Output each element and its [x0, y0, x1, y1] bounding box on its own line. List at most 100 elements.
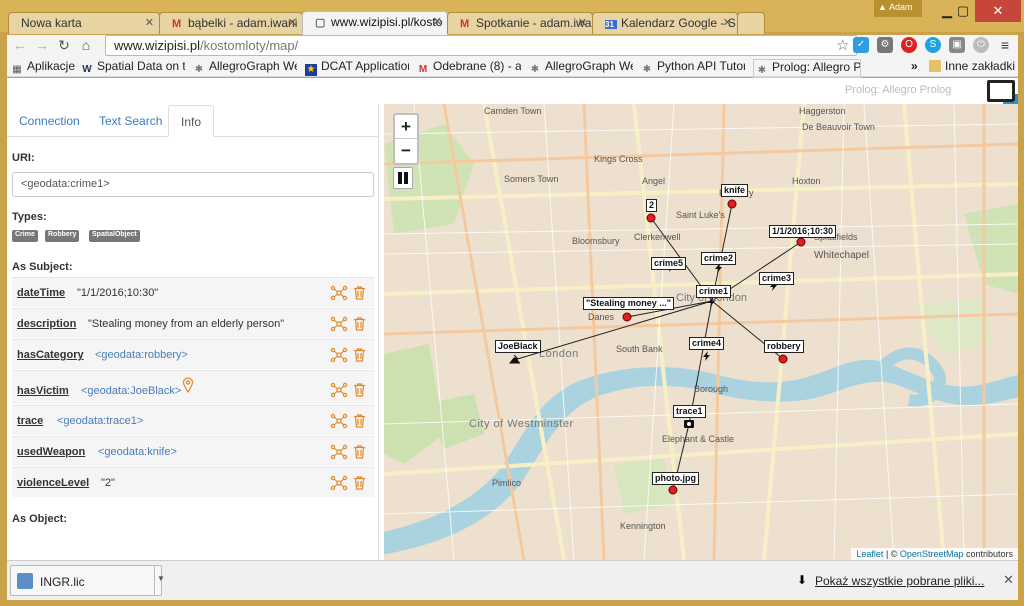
place-label: Kennington	[620, 521, 666, 531]
map-label-stealing[interactable]: "Stealing money ..."	[583, 297, 675, 310]
map-label-datetime[interactable]: 1/1/2016;10:30	[769, 225, 837, 238]
maximize-button[interactable]: ▢	[948, 0, 978, 22]
property-name[interactable]: dateTime	[17, 287, 65, 299]
map-pin-icon[interactable]	[182, 377, 194, 393]
property-name[interactable]: violenceLevel	[17, 477, 89, 489]
property-value-link[interactable]: <geodata:knife>	[98, 446, 177, 458]
bookmark-python-api[interactable]: ✱ Python API Tutor	[641, 59, 745, 76]
pause-button[interactable]	[393, 167, 413, 189]
download-bar: INGR.lic ▼ ⬇ Pokaż wszystkie pobrane pli…	[7, 560, 1018, 600]
bookmark-label: AllegroGraph We	[545, 59, 633, 73]
bookmark-allegrograph-1[interactable]: ✱ AllegroGraph We	[193, 59, 297, 76]
bookmark-prolog[interactable]: ✱ Prolog: Allegro Pr	[753, 59, 861, 78]
tab-close-icon[interactable]: ✕	[145, 16, 154, 29]
other-bookmarks-folder[interactable]: Inne zakładki	[929, 59, 1015, 73]
property-name[interactable]: trace	[17, 415, 43, 427]
property-name[interactable]: hasCategory	[17, 349, 84, 361]
map-label-photo[interactable]: photo.jpg	[652, 472, 699, 485]
opera-icon[interactable]: O	[901, 37, 917, 53]
trash-icon[interactable]	[353, 414, 366, 428]
map-label-crime3[interactable]: crime3	[759, 272, 795, 285]
graph-icon[interactable]	[330, 382, 348, 398]
tab-close-icon[interactable]: ✕	[578, 16, 587, 29]
reload-icon[interactable]: ↻	[55, 37, 73, 54]
map-label-joeblack[interactable]: JoeBlack	[495, 340, 541, 353]
graph-icon[interactable]	[330, 285, 348, 301]
bookmark-odebrane[interactable]: M Odebrane (8) - ad	[417, 59, 521, 76]
property-value-link[interactable]: <geodata:trace1>	[57, 415, 143, 427]
trash-icon[interactable]	[353, 317, 366, 331]
skype-icon[interactable]: S	[925, 37, 941, 53]
trash-icon[interactable]	[353, 348, 366, 362]
show-all-downloads-link[interactable]: Pokaż wszystkie pobrane pliki...	[815, 574, 984, 588]
extension-check-icon[interactable]: ✓	[853, 37, 869, 53]
bookmark-star-icon[interactable]: ☆	[836, 36, 849, 54]
window-close-button[interactable]: ✕	[975, 0, 1021, 22]
graph-icon[interactable]	[330, 347, 348, 363]
property-name[interactable]: usedWeapon	[17, 446, 85, 458]
type-badge[interactable]: Robbery	[45, 230, 80, 242]
graph-icon[interactable]	[330, 316, 348, 332]
profile-badge[interactable]: ▲ Adam	[874, 0, 922, 17]
map-label-robbery[interactable]: robbery	[764, 340, 804, 353]
osm-link[interactable]: OpenStreetMap	[900, 549, 964, 559]
extension-gear-icon[interactable]: ⚙	[877, 37, 893, 53]
tab-wizipisi[interactable]: ▢ www.wizipisi.pl/kosto ✕	[302, 11, 448, 35]
graph-icon[interactable]	[330, 413, 348, 429]
trash-icon[interactable]	[353, 286, 366, 300]
trash-icon[interactable]	[353, 476, 366, 490]
map-label-trace1[interactable]: trace1	[673, 405, 706, 418]
map-label-crime2[interactable]: crime2	[701, 252, 737, 265]
place-label: Clerkenwell	[634, 232, 681, 242]
tab-close-icon[interactable]: ✕	[433, 15, 442, 28]
property-name[interactable]: hasVictim	[17, 385, 69, 397]
zoom-out-button[interactable]: −	[395, 139, 417, 163]
property-value-link[interactable]: <geodata:JoeBlack>	[81, 385, 181, 397]
leaflet-link[interactable]: Leaflet	[856, 549, 883, 559]
map-label-crime1[interactable]: crime1	[696, 285, 732, 298]
tab-close-icon[interactable]: ✕	[288, 16, 297, 29]
type-badge[interactable]: SpatialObject	[89, 230, 140, 242]
tab-babelki[interactable]: Mbąbelki - adam.iwani ✕	[159, 12, 303, 34]
zoom-in-button[interactable]: +	[395, 115, 417, 139]
type-badge[interactable]: Crime	[12, 230, 38, 242]
extension-shield-icon[interactable]: ▣	[949, 37, 965, 53]
tab-spotkanie[interactable]: M Spotkanie - adam.iwa ✕	[447, 12, 593, 34]
close-icon[interactable]: ✕	[1003, 572, 1014, 588]
map-label-crime5[interactable]: crime5	[651, 257, 687, 270]
download-item[interactable]: INGR.lic ▼	[10, 565, 165, 596]
map-attribution: Leaflet | © OpenStreetMap contributors	[851, 548, 1018, 560]
bookmark-apps[interactable]: ▦ Aplikacje	[11, 59, 75, 76]
address-bar[interactable]: www.wizipisi.pl/kostomloty/map/	[105, 35, 857, 56]
property-value-link[interactable]: <geodata:robbery>	[95, 349, 188, 361]
graph-icon[interactable]	[330, 475, 348, 491]
menu-icon[interactable]: ≡	[997, 37, 1013, 53]
tab-close-icon[interactable]: ✕	[723, 16, 732, 29]
new-tab-button[interactable]	[737, 12, 765, 34]
tab-connection[interactable]: Connection	[7, 105, 92, 137]
tab-new-tab[interactable]: Nowa karta ✕	[8, 12, 160, 34]
home-icon[interactable]: ⌂	[77, 37, 95, 53]
graph-icon[interactable]	[330, 444, 348, 460]
map-label-crime4[interactable]: crime4	[689, 337, 725, 350]
tab-kalendarz[interactable]: 31 Kalendarz Google - S ✕	[592, 12, 738, 34]
trash-icon[interactable]	[353, 383, 366, 397]
map-view[interactable]: Camden Town Haggerston De Beauvoir Town …	[384, 104, 1018, 560]
gmail-icon: M	[172, 18, 182, 30]
extension-power-icon[interactable]: ⏻	[973, 37, 989, 53]
bookmark-spatial-data[interactable]: W Spatial Data on th	[81, 59, 185, 76]
forward-arrow-icon[interactable]: →	[33, 37, 51, 53]
tab-info[interactable]: Info	[168, 105, 215, 137]
back-arrow-icon[interactable]: ←	[11, 37, 29, 53]
uri-field[interactable]: <geodata:crime1>	[12, 172, 374, 197]
place-label: South Bank	[616, 344, 663, 354]
map-label-knife[interactable]: knife	[721, 184, 749, 197]
map-label-two[interactable]: 2	[646, 199, 658, 212]
tab-text-search[interactable]: Text Search	[87, 105, 174, 137]
bookmark-dcat[interactable]: ★ DCAT Application	[305, 59, 409, 76]
bookmarks-overflow-chevron[interactable]: »	[911, 59, 918, 73]
trash-icon[interactable]	[353, 445, 366, 459]
chevron-down-icon[interactable]: ▼	[157, 574, 165, 583]
bookmark-allegrograph-2[interactable]: ✱ AllegroGraph We	[529, 59, 633, 76]
property-name[interactable]: description	[17, 318, 76, 330]
